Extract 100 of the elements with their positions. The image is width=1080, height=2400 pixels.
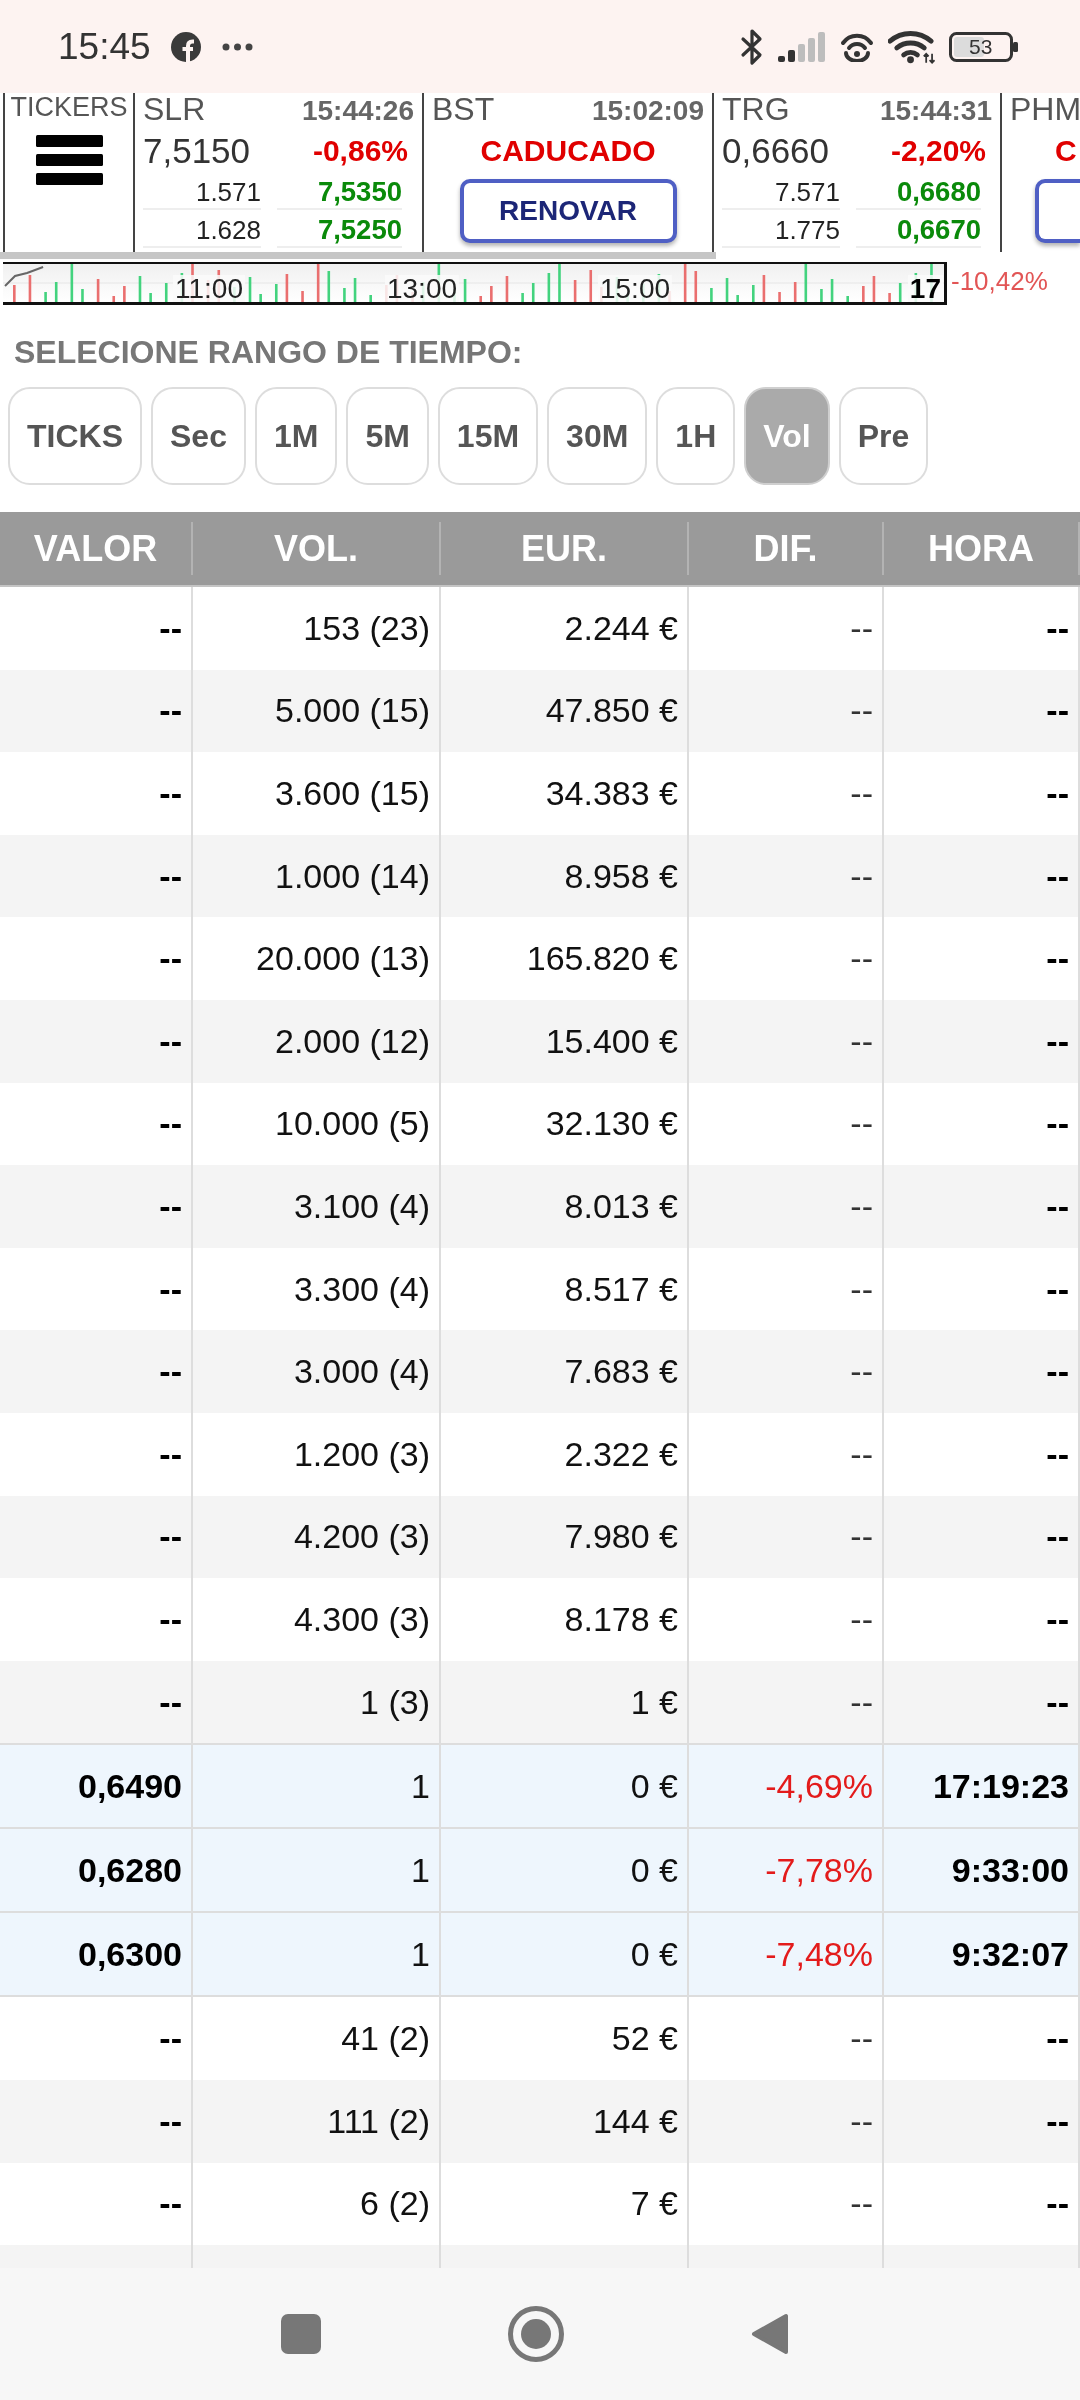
ticker-card[interactable]: BST 15:02:09 CADUCADO RENOVAR <box>422 93 712 252</box>
volume-bar <box>752 285 755 302</box>
volume-bar <box>112 296 116 302</box>
home-icon[interactable] <box>508 2306 564 2362</box>
table-cell: 9:32:07 <box>884 1913 1080 1996</box>
table-cell: 0,6300 <box>0 1913 193 1996</box>
volume-bar <box>862 286 865 302</box>
order-price: 0,6670 <box>856 210 981 248</box>
table-cell: 1 <box>193 1745 441 1828</box>
order-price: 0,6680 <box>856 172 981 210</box>
time-axis-label: 17 <box>907 275 943 302</box>
table-cell: 0 € <box>441 1913 689 1996</box>
quote-time: 15:44:26 <box>301 94 414 128</box>
table-cell: 0 € <box>441 1829 689 1912</box>
volume-bar <box>725 278 729 302</box>
expired-status: C <box>1055 132 1077 169</box>
volume-bar <box>589 270 593 302</box>
time-range-tab[interactable]: 15M <box>437 387 539 485</box>
volume-bar <box>316 264 320 302</box>
order-price: 7,5250 <box>277 210 402 248</box>
time-range-tab[interactable]: Pre <box>838 387 929 485</box>
quote-time: 15:02:09 <box>591 94 704 128</box>
volume-bar <box>830 279 834 302</box>
renew-button[interactable] <box>1035 179 1080 243</box>
table-cell: 0,6280 <box>0 1829 193 1912</box>
table-cell: 17:19:23 <box>884 1745 1080 1828</box>
ticker-card[interactable]: PHM C <box>1000 93 1080 252</box>
table-cell: 0 € <box>441 1745 689 1828</box>
signal-icon <box>778 31 826 62</box>
column-header: VOL. <box>193 522 441 575</box>
time-range-tab[interactable]: 1H <box>656 387 736 485</box>
order-price: 7,5350 <box>277 172 402 210</box>
time-axis-label: 15:00 <box>597 275 673 302</box>
time-range-tab[interactable]: 1M <box>254 387 338 485</box>
table-cell: -7,78% <box>689 1829 884 1912</box>
quote-time: 15:44:31 <box>879 94 992 128</box>
volume-bar <box>54 282 58 302</box>
price-line <box>4 266 45 287</box>
volume-bar <box>149 293 152 302</box>
volume-bar <box>369 295 372 302</box>
volume-bar <box>70 264 74 302</box>
time-range-title: SELECIONE RANGO DE TIEMPO: <box>13 335 524 369</box>
volume-bar <box>804 264 808 302</box>
volume-bar <box>285 274 289 302</box>
expired-status: CADUCADO <box>479 133 657 169</box>
volume-bar <box>275 284 278 302</box>
price-change: -2,20% <box>890 133 987 168</box>
scrollbar-thumb[interactable] <box>0 252 716 259</box>
volume-bar <box>558 264 561 302</box>
volume-bar <box>123 286 126 302</box>
volume-bar <box>479 296 482 302</box>
volume-bar <box>898 283 902 302</box>
ticker-symbol: PHM <box>1010 93 1080 125</box>
back-icon[interactable] <box>751 2313 789 2355</box>
volume-bar <box>138 276 142 302</box>
column-header: DIF. <box>689 522 884 575</box>
battery-percentage: 53 <box>969 35 993 58</box>
volume-bar <box>28 275 32 302</box>
f-logo-icon <box>170 31 201 62</box>
order-volume: 1.571 <box>143 172 261 210</box>
volume-bar <box>164 283 168 302</box>
ticker-card[interactable]: TRG 15:44:31 0,6660 -2,20% 7.571 0,6680 1.775 0,6670 <box>712 93 1000 252</box>
menu-icon[interactable] <box>35 135 103 185</box>
volume-bar <box>81 289 84 302</box>
last-price: 0,6660 <box>722 131 830 170</box>
volume-bar <box>820 289 823 302</box>
volume-bar <box>44 292 47 302</box>
volume-bar <box>505 276 509 302</box>
volume-bar <box>13 285 16 302</box>
time-range-tab[interactable]: Sec <box>151 387 246 485</box>
time-range-tab[interactable]: TICKS <box>8 387 142 485</box>
volume-bar <box>710 288 713 302</box>
table-cell: -4,69% <box>689 1745 884 1828</box>
volume-bar <box>521 293 524 302</box>
bluetooth-icon <box>740 27 764 66</box>
volume-bar <box>327 271 331 302</box>
column-header: VALOR <box>0 522 193 575</box>
volume-bar <box>547 273 551 302</box>
price-change: -0,86% <box>312 133 409 168</box>
time-range-tab[interactable]: 5M <box>346 387 429 485</box>
order-volume: 1.775 <box>722 210 840 248</box>
volume-bar <box>248 277 252 302</box>
wifi-icon <box>888 29 935 64</box>
recents-icon[interactable] <box>281 2314 321 2354</box>
ticker-symbol: TRG <box>722 93 790 125</box>
more-dots-icon <box>221 42 253 51</box>
volume-bar <box>531 283 535 302</box>
table-cell: 1 <box>193 1913 441 1996</box>
renew-button[interactable]: RENOVAR <box>459 179 677 243</box>
volume-bar <box>573 280 577 302</box>
table-cell: 1 <box>193 1829 441 1912</box>
time-axis-label: 11:00 <box>173 275 245 302</box>
volume-bar <box>778 292 781 302</box>
ticker-symbol: SLR <box>143 93 206 125</box>
volume-bar <box>463 279 467 302</box>
volume-bar <box>259 294 262 302</box>
volume-bar <box>888 293 891 302</box>
hotspot-icon <box>840 31 874 62</box>
day-change: -10,42% <box>951 266 1048 298</box>
time-range-tab[interactable]: 30M <box>547 387 648 485</box>
